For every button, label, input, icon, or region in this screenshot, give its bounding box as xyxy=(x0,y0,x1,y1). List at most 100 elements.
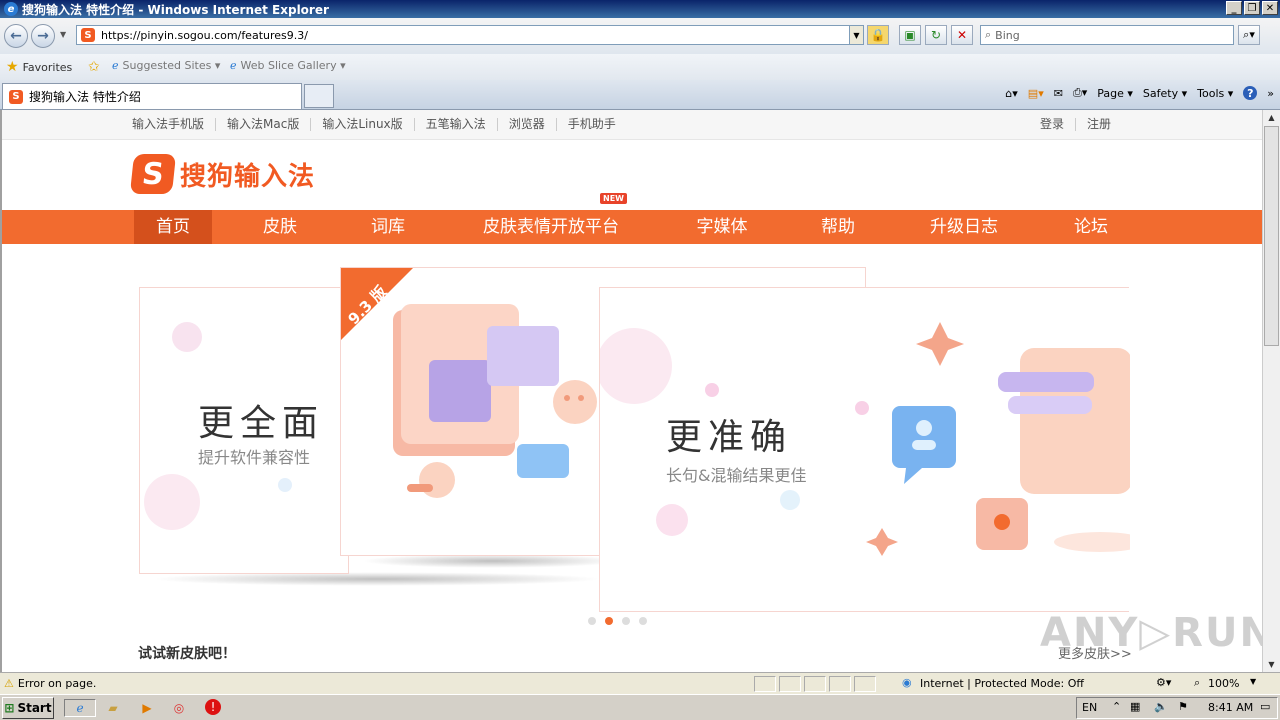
globe-icon: ◉ xyxy=(902,676,912,689)
nav-forum[interactable]: 论坛 xyxy=(1054,210,1128,244)
favorites-bar: ★ Favorites ✩ ℯ Suggested Sites ▾ ℯ Web … xyxy=(0,54,1280,80)
stop-icon[interactable]: ✕ xyxy=(951,25,973,45)
volume-icon[interactable]: 🔈 xyxy=(1154,700,1168,713)
nav-font-media[interactable]: 字媒体 xyxy=(682,210,762,244)
chevron-more-icon[interactable]: » xyxy=(1267,87,1274,100)
window-titlebar: e 搜狗输入法 特性介绍 - Windows Internet Explorer… xyxy=(0,0,1280,18)
mail-icon[interactable]: ✉ xyxy=(1054,87,1063,100)
vertical-scrollbar[interactable]: ▲ ▼ xyxy=(1262,110,1280,672)
action-center-flag-icon[interactable]: ⚑ xyxy=(1178,700,1188,713)
back-button[interactable]: ← xyxy=(4,24,28,48)
ie-taskbar-icon[interactable]: ℯ xyxy=(64,699,96,717)
slide-subtitle: 提升软件兼容性 xyxy=(198,448,311,467)
refresh-icon[interactable]: ↻ xyxy=(925,25,947,45)
link-mac[interactable]: 输入法Mac版 xyxy=(215,118,310,131)
start-label: Start xyxy=(17,701,52,715)
network-icon[interactable]: ▦ xyxy=(1130,700,1140,713)
nav-dictionary[interactable]: 词库 xyxy=(352,210,424,244)
chrome-taskbar-icon[interactable]: ◎ xyxy=(170,699,188,717)
nav-home[interactable]: 首页 xyxy=(134,210,212,244)
skin-section-heading: 试试新皮肤吧！ xyxy=(138,646,236,662)
web-slice-gallery-link[interactable]: ℯ Web Slice Gallery ▾ xyxy=(230,59,346,72)
favorites-button[interactable]: ★ Favorites xyxy=(6,59,72,75)
slide-card-comprehensive[interactable]: 更全面 提升软件兼容性 xyxy=(139,287,349,574)
site-favicon-icon: S xyxy=(81,28,95,42)
carousel-dot[interactable] xyxy=(622,617,630,625)
suggested-sites-link[interactable]: ℯ Suggested Sites ▾ xyxy=(112,59,220,72)
add-favorite-button[interactable]: ✩ xyxy=(88,59,100,75)
link-mobile[interactable]: 输入法手机版 xyxy=(132,118,215,131)
nav-open-platform[interactable]: 皮肤表情开放平台 xyxy=(460,210,642,244)
taskbar: ⊞ Start ℯ ▰ ▶ ◎ ! EN ⌃ ▦ 🔈 ⚑ 8:41 AM ▭ xyxy=(0,694,1280,720)
explorer-taskbar-icon[interactable]: ▰ xyxy=(104,699,122,717)
warning-icon[interactable]: ⚠ xyxy=(4,677,14,690)
page-menu[interactable]: Page ▾ xyxy=(1097,87,1133,100)
history-dropdown-icon[interactable]: ▼ xyxy=(60,30,66,39)
slide-subtitle: 长句&混输结果更佳 xyxy=(666,466,807,485)
compatibility-view-icon[interactable]: ▣ xyxy=(899,25,921,45)
zone-text[interactable]: Internet | Protected Mode: Off xyxy=(920,677,1084,690)
web-slice-label: Web Slice Gallery ▾ xyxy=(240,59,346,72)
new-tab-button[interactable] xyxy=(304,84,334,108)
home-icon[interactable]: ⌂▾ xyxy=(1005,87,1018,100)
favorites-label: Favorites xyxy=(22,60,73,74)
link-wubi[interactable]: 五笔输入法 xyxy=(413,118,497,131)
zoom-dropdown-icon[interactable]: ▼ xyxy=(1250,677,1256,686)
search-button[interactable]: ⌕▾ xyxy=(1238,25,1260,45)
restore-button[interactable]: ❐ xyxy=(1244,1,1260,15)
zoom-icon: ⌕ xyxy=(1194,676,1201,689)
zoom-level[interactable]: 100% xyxy=(1208,677,1239,690)
status-bar: ⚠ Error on page. ◉ Internet | Protected … xyxy=(0,672,1280,694)
scroll-up-icon[interactable]: ▲ xyxy=(1264,110,1279,125)
new-badge: NEW xyxy=(600,193,627,204)
nav-skins[interactable]: 皮肤 xyxy=(242,210,318,244)
security-settings-icon[interactable]: ⚙▾ xyxy=(1156,676,1171,689)
close-window-button[interactable]: ✕ xyxy=(1262,1,1278,15)
search-input[interactable]: ⌕ Bing xyxy=(980,25,1234,45)
stop-app-taskbar-icon[interactable]: ! xyxy=(205,699,221,715)
slide-card-accurate[interactable]: 更准确 长句&混输结果更佳 xyxy=(599,287,1130,612)
help-icon[interactable]: ? xyxy=(1243,86,1258,100)
address-url[interactable]: https://pinyin.sogou.com/features9.3/ xyxy=(101,29,308,42)
register-link[interactable]: 注册 xyxy=(1075,118,1122,131)
show-desktop-icon[interactable]: ▭ xyxy=(1260,700,1270,713)
carousel-dot[interactable] xyxy=(588,617,596,625)
address-toolbar: ← → ▼ S https://pinyin.sogou.com/feature… xyxy=(0,18,1280,54)
tab-active[interactable]: S 搜狗输入法 特性介绍 xyxy=(2,83,302,109)
address-bar[interactable]: S https://pinyin.sogou.com/features9.3/ … xyxy=(76,25,864,45)
status-text[interactable]: Error on page. xyxy=(18,677,96,690)
site-favicon-icon: S xyxy=(9,89,23,104)
clock[interactable]: 8:41 AM xyxy=(1208,701,1253,714)
link-phone-assistant[interactable]: 手机助手 xyxy=(555,118,627,131)
minimize-button[interactable]: _ xyxy=(1226,1,1242,15)
carousel-dot-active[interactable] xyxy=(605,617,613,625)
tab-title: 搜狗输入法 特性介绍 xyxy=(29,90,141,104)
language-indicator[interactable]: EN xyxy=(1082,701,1097,714)
tray-expand-icon[interactable]: ⌃ xyxy=(1112,700,1121,713)
nav-changelog[interactable]: 升级日志 xyxy=(912,210,1016,244)
start-button[interactable]: ⊞ Start xyxy=(2,697,54,719)
feeds-icon[interactable]: ▤▾ xyxy=(1028,87,1044,100)
link-browser[interactable]: 浏览器 xyxy=(496,118,556,131)
scroll-down-icon[interactable]: ▼ xyxy=(1264,657,1279,672)
site-logo[interactable]: S 搜狗输入法 xyxy=(129,154,315,194)
scroll-thumb[interactable] xyxy=(1264,126,1279,346)
site-top-links: 输入法手机版 输入法Mac版 输入法Linux版 五笔输入法 浏览器 手机助手 … xyxy=(2,110,1262,140)
login-link[interactable]: 登录 xyxy=(1029,118,1075,131)
main-nav: 首页 皮肤 词库 皮肤表情开放平台 字媒体 帮助 升级日志 论坛 xyxy=(2,210,1262,244)
more-skins-link[interactable]: 更多皮肤>> xyxy=(1058,643,1132,662)
address-dropdown-icon[interactable]: ▼ xyxy=(849,26,863,44)
carousel-dot[interactable] xyxy=(639,617,647,625)
media-player-taskbar-icon[interactable]: ▶ xyxy=(138,699,156,717)
forward-button[interactable]: → xyxy=(31,24,55,48)
suggested-sites-label: Suggested Sites ▾ xyxy=(122,59,221,72)
print-icon[interactable]: ⎙▾ xyxy=(1073,86,1087,100)
search-icon: ⌕ xyxy=(985,28,992,41)
web-page: 输入法手机版 输入法Mac版 输入法Linux版 五笔输入法 浏览器 手机助手 … xyxy=(0,110,1262,672)
nav-help[interactable]: 帮助 xyxy=(802,210,874,244)
tools-menu[interactable]: Tools ▾ xyxy=(1197,87,1233,100)
safety-menu[interactable]: Safety ▾ xyxy=(1143,87,1187,100)
link-linux[interactable]: 输入法Linux版 xyxy=(310,118,413,131)
ie-page-icon: ℯ xyxy=(230,59,237,72)
lock-icon[interactable]: 🔒 xyxy=(867,25,889,45)
